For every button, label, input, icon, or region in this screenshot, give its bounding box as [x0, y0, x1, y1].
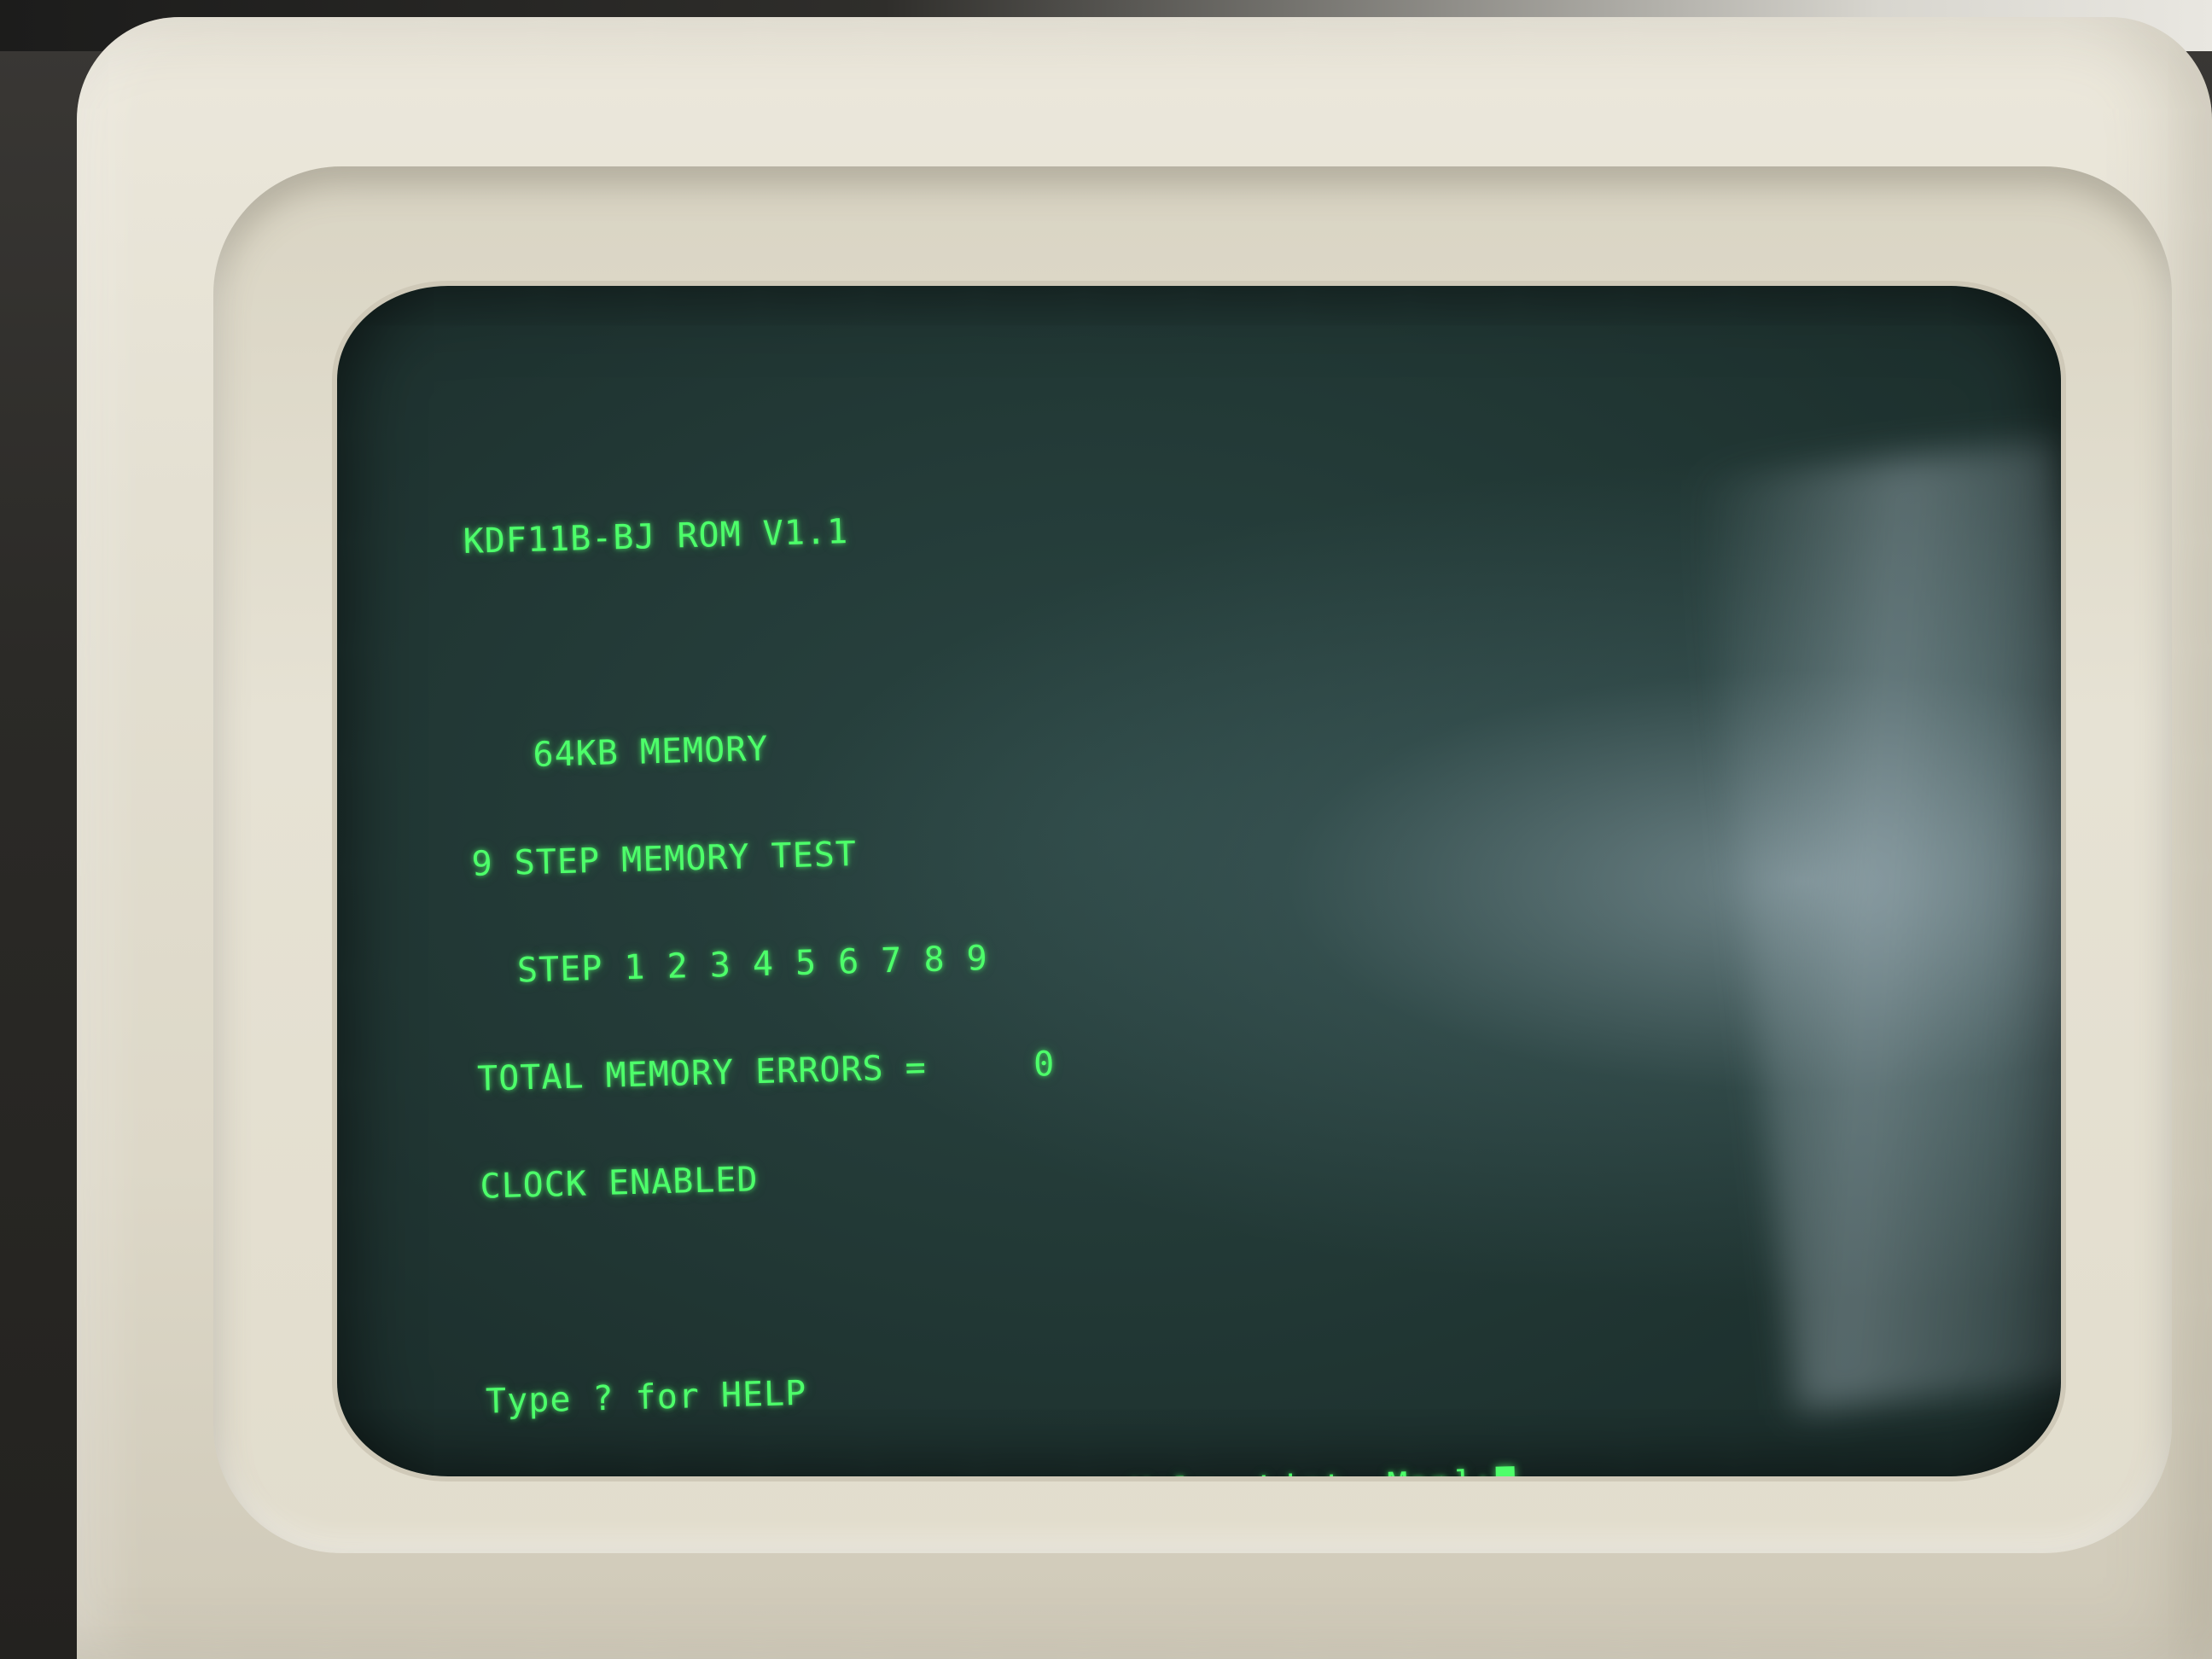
memory-errors-line: TOTAL MEMORY ERRORS = 0	[476, 1045, 1056, 1099]
command-prompt-row[interactable]: Enter one of [Boot, Diagnose, Help, List…	[488, 1464, 1516, 1476]
memory-size-line: 64KB MEMORY	[468, 729, 769, 777]
help-hint-line: Type ? for HELP	[485, 1373, 807, 1422]
screen-glare	[1697, 440, 2061, 1412]
command-prompt: Enter one of [Boot, Diagnose, Help, List…	[488, 1464, 1494, 1476]
memory-test-title: 9 STEP MEMORY TEST	[471, 835, 858, 884]
memory-test-steps: STEP 1 2 3 4 5 6 7 8 9	[474, 939, 989, 992]
text-cursor[interactable]	[1495, 1466, 1516, 1476]
photo-scene: KDF11B-BJ ROM V1.1 64KB MEMORY 9 STEP ME…	[0, 0, 2212, 1659]
rom-header: KDF11B-BJ ROM V1.1	[463, 512, 849, 562]
crt-screen: KDF11B-BJ ROM V1.1 64KB MEMORY 9 STEP ME…	[337, 286, 2061, 1476]
clock-status-line: CLOCK ENABLED	[479, 1160, 760, 1207]
terminal-output: KDF11B-BJ ROM V1.1 64KB MEMORY 9 STEP ME…	[461, 426, 1517, 1476]
